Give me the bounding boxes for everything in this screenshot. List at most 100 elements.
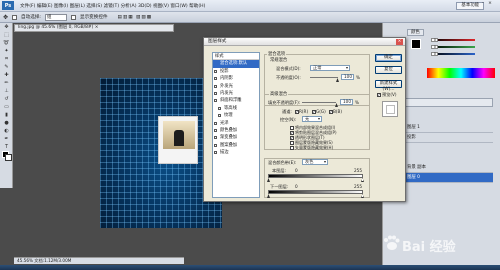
eraser-tool-icon[interactable]: ▭ (1, 104, 12, 111)
style-checkbox[interactable] (214, 99, 217, 103)
this-layer-gradient[interactable] (268, 174, 363, 178)
brush-tool-icon[interactable]: ✏ (1, 80, 12, 87)
move-tool-icon[interactable]: ✥ (1, 24, 12, 31)
advanced-option-checkbox[interactable] (290, 135, 294, 140)
layer-name: 图层 1 (407, 125, 420, 130)
background-color-swatch[interactable] (5, 154, 12, 161)
opacity-input[interactable]: 100 (341, 74, 354, 80)
text-tool-icon[interactable]: T (1, 144, 12, 151)
style-checkbox[interactable] (218, 114, 221, 118)
style-checkbox[interactable] (214, 91, 217, 95)
knockout-dropdown[interactable]: 无 (302, 116, 322, 122)
channel-g-checkbox[interactable] (312, 109, 316, 114)
dialog-close-button[interactable]: × (396, 39, 403, 45)
fill-opacity-slider[interactable] (302, 102, 336, 103)
channel-r-checkbox[interactable] (295, 109, 299, 114)
style-list-item[interactable]: 渐变叠加 (213, 134, 259, 141)
layer-row-3[interactable]: 背景 副本 (393, 163, 493, 173)
style-list-item[interactable]: 内阴影 (213, 75, 259, 82)
style-checkbox[interactable] (214, 121, 217, 125)
style-checkbox[interactable] (214, 151, 217, 155)
style-checkbox[interactable] (214, 77, 217, 81)
close-app-button[interactable]: × (487, 1, 493, 7)
preview-checkbox[interactable] (377, 92, 381, 97)
new-style-button[interactable]: 新建样式(W)... (375, 80, 402, 92)
style-list-item[interactable]: 光泽 (213, 120, 259, 127)
document-tab[interactable]: ling.jpg @ 45.6% (图层 0, RGB/8#) × (14, 24, 174, 32)
style-checkbox[interactable] (218, 106, 221, 110)
style-list-label: 纹理 (224, 113, 233, 119)
auto-select-label: 自动选择: (21, 15, 41, 20)
style-list-item[interactable]: 样式 (213, 53, 259, 61)
style-checkbox[interactable] (214, 128, 217, 132)
tab-color[interactable]: 颜色 (407, 29, 424, 36)
style-list-item[interactable]: 等高线 (213, 105, 259, 112)
marquee-tool-icon[interactable]: ⬚ (1, 32, 12, 39)
channel-b-checkbox[interactable] (329, 109, 333, 114)
style-list-item[interactable]: 内发光 (213, 90, 259, 97)
healing-brush-icon[interactable]: ✚ (1, 72, 12, 79)
crop-tool-icon[interactable]: ⌗ (1, 56, 12, 63)
channel-g-value[interactable]: 0 (431, 45, 438, 49)
advanced-option-checkbox[interactable] (290, 146, 294, 150)
ok-button[interactable]: 确定 (375, 54, 402, 62)
blend-mode-dropdown[interactable]: 正常 (310, 65, 350, 71)
move-tool-icon: ✥ (3, 13, 9, 21)
align-icons[interactable]: ▤▥▦ ▧▨▩ (118, 15, 153, 20)
pen-tool-icon[interactable]: ✒ (1, 136, 12, 143)
layer-row-2[interactable]: 投影 (393, 133, 493, 143)
style-checkbox[interactable] (214, 69, 217, 73)
lasso-tool-icon[interactable]: ➰ (1, 40, 12, 47)
layer-name: 背景 副本 (407, 165, 426, 170)
auto-select-dropdown[interactable]: 组 (44, 13, 67, 21)
watermark-text: Bai 经验 (402, 240, 456, 255)
show-transform-checkbox[interactable] (70, 14, 76, 20)
opacity-slider[interactable] (310, 77, 338, 78)
fill-opacity-input[interactable]: 100 (340, 99, 353, 105)
style-list-label: 渐变叠加 (220, 135, 238, 141)
style-list-item[interactable]: 投影 (213, 68, 259, 75)
eyedropper-icon[interactable]: ✎ (1, 64, 12, 71)
under-layer-gradient[interactable] (268, 190, 363, 194)
minimize-button[interactable]: – (480, 1, 486, 7)
channel-r-value[interactable]: 0 (431, 38, 438, 42)
style-list-item[interactable]: 颜色叠加 (213, 127, 259, 134)
style-list-item[interactable]: 描边 (213, 149, 259, 156)
channel-r-text: R(R) (299, 109, 309, 114)
blend-if-dropdown[interactable]: 灰色 (302, 159, 328, 165)
style-list-item[interactable]: 图案叠加 (213, 142, 259, 149)
style-checkbox[interactable] (214, 84, 217, 88)
advanced-option-checkbox[interactable] (290, 130, 294, 135)
layer-name: 投影 (407, 135, 416, 140)
layer-row-1[interactable]: 图层 1 (393, 123, 493, 133)
style-list-item[interactable]: 混合选项:默认 (213, 60, 259, 68)
dodge-tool-icon[interactable]: ◐ (1, 128, 12, 135)
main-menu[interactable]: 文件(F) 编辑(E) 图像(I) 图层(L) 选择(S) 滤镜(T) 分析(A… (20, 3, 205, 9)
style-checkbox[interactable] (214, 143, 217, 147)
advanced-option-checkbox[interactable] (290, 126, 294, 130)
style-list-label: 等高线 (224, 105, 237, 111)
reset-button[interactable]: 复位 (375, 66, 402, 74)
channel-b-value[interactable]: 0 (431, 52, 438, 56)
auto-select-checkbox[interactable] (12, 14, 18, 20)
style-checkbox[interactable] (214, 136, 217, 140)
under-layer-max: 255 (354, 184, 362, 189)
style-list-item[interactable]: 纹理 (213, 112, 259, 119)
history-brush-icon[interactable]: ↺ (1, 96, 12, 103)
person-silhouette (174, 130, 184, 146)
style-list-item[interactable]: 外发光 (213, 83, 259, 90)
magic-wand-icon[interactable]: ✦ (1, 48, 12, 55)
advanced-option-checkbox[interactable] (290, 141, 294, 145)
panel-foreground-swatch[interactable] (411, 39, 421, 49)
baidu-paw-icon (384, 235, 400, 250)
stamp-tool-icon[interactable]: ⊥ (1, 88, 12, 95)
blur-tool-icon[interactable]: ● (1, 120, 12, 127)
gradient-tool-icon[interactable]: ▮ (1, 112, 12, 119)
layer-row-4-selected[interactable]: 图层 0 (393, 173, 493, 183)
dialog-titlebar[interactable]: 图层样式 × (204, 38, 405, 46)
photo-image (163, 121, 195, 149)
layer-name: 图层 0 (407, 175, 420, 180)
general-blending-title: 常规混合 (269, 57, 289, 63)
color-spectrum-bar[interactable] (427, 68, 495, 78)
style-list-item[interactable]: 斜面和浮雕 (213, 97, 259, 104)
